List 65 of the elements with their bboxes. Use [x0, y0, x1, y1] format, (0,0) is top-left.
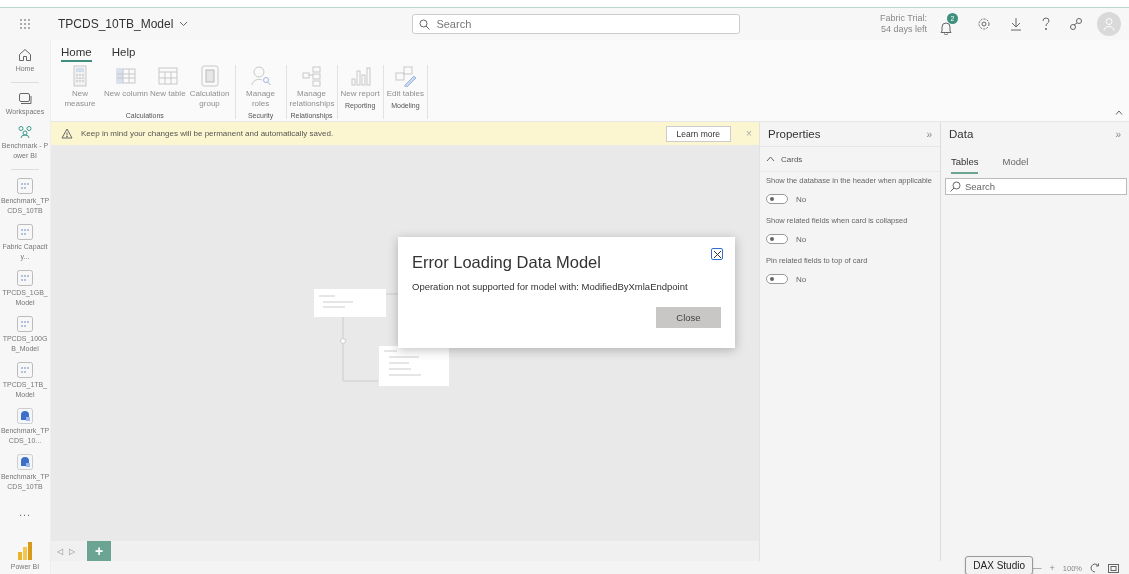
search-icon	[950, 181, 961, 192]
dialog-title: Error Loading Data Model	[412, 253, 602, 272]
download-icon	[1009, 17, 1023, 31]
toggle-switch[interactable]	[766, 234, 788, 244]
search-field[interactable]: Search	[945, 178, 1127, 195]
help-icon	[1041, 17, 1051, 31]
zoom-out-button[interactable]: —	[1032, 563, 1042, 573]
previous-page-button[interactable]: ◁	[57, 546, 63, 556]
banner-text: Keep in mind your changes will be permanent and automatically saved.	[81, 129, 334, 138]
trial-status-text: Fabric Trial: 54 days left	[880, 13, 927, 35]
toggle-switch[interactable]	[766, 274, 788, 284]
toggle-value: No	[796, 274, 807, 284]
person-icon	[1103, 17, 1115, 31]
table-icon	[156, 65, 179, 87]
tooltip: DAX Studio	[965, 556, 1033, 574]
warning-icon	[61, 128, 73, 139]
share-icon	[1069, 17, 1083, 31]
report-icon	[17, 454, 33, 470]
search-icon	[419, 19, 431, 30]
search-field[interactable]: Search	[412, 14, 741, 34]
panel-title: Properties	[768, 128, 821, 140]
table-edit-icon	[394, 65, 417, 87]
panel-title: Data	[949, 128, 974, 140]
close-button[interactable]	[711, 248, 723, 260]
bar-chart-icon	[18, 542, 32, 560]
close-button[interactable]: Close	[656, 307, 721, 328]
collapse-button[interactable]: »	[926, 128, 932, 140]
diagram-icon	[300, 65, 323, 87]
toggle-value: No	[796, 234, 807, 244]
table-icon	[115, 65, 137, 87]
ribbon-tab[interactable]: Home	[61, 46, 92, 62]
dialog-message: Operation not supported for model with: ModifiedByXmlaEndpoint	[412, 281, 689, 292]
collapse-button[interactable]: »	[1115, 128, 1121, 140]
toggle-value: No	[796, 194, 807, 204]
learn-more-button[interactable]: Learn more	[665, 125, 731, 142]
settings-icon	[977, 17, 991, 31]
panel-tab[interactable]: Model	[1002, 156, 1029, 174]
dataset-icon	[17, 224, 33, 240]
toggle-switch[interactable]	[766, 194, 788, 204]
app-launcher-icon	[19, 18, 31, 30]
monitor-icon	[18, 91, 32, 105]
more-button[interactable]: ...	[18, 506, 32, 518]
home-icon	[18, 48, 32, 62]
model-title-button[interactable]: TPCDS_10TB_Model	[58, 17, 189, 31]
close-icon	[712, 249, 722, 259]
dataset-icon	[17, 178, 33, 194]
panel-tab[interactable]: Tables	[951, 156, 979, 174]
chevron-up-icon	[1115, 110, 1123, 115]
people-group-icon	[17, 125, 33, 139]
bar-chart-icon	[349, 65, 372, 87]
refresh-icon	[1090, 563, 1100, 573]
next-page-button[interactable]: ▷	[69, 546, 75, 556]
section-header[interactable]: Cards	[760, 147, 940, 172]
dataset-icon	[17, 270, 33, 286]
chevron-down-icon	[179, 21, 189, 27]
dataset-icon	[17, 362, 33, 378]
bell-icon	[939, 21, 953, 35]
zoom-in-button[interactable]: +	[1049, 563, 1055, 573]
person-search-icon	[249, 65, 272, 87]
report-icon	[17, 408, 33, 424]
ribbon-tab[interactable]: Help	[111, 46, 136, 62]
add-page-button[interactable]: +	[87, 541, 111, 561]
dataset-icon	[17, 316, 33, 332]
chevron-up-icon	[766, 156, 775, 162]
fit-screen-icon	[1108, 563, 1119, 573]
